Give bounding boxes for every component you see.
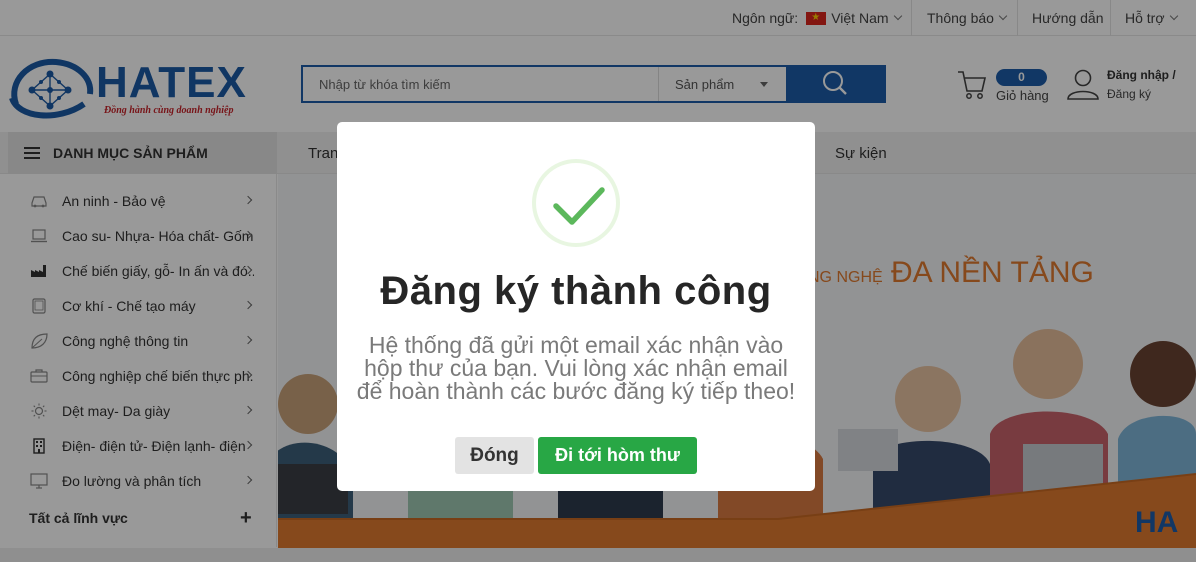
checkmark-icon xyxy=(553,187,605,225)
registration-success-modal: Đăng ký thành công Hệ thống đã gửi một e… xyxy=(337,122,815,491)
modal-message: Hệ thống đã gửi một email xác nhận vào h… xyxy=(356,332,796,404)
close-button[interactable]: Đóng xyxy=(455,437,534,474)
go-to-mailbox-button[interactable]: Đi tới hòm thư xyxy=(538,437,697,474)
modal-title: Đăng ký thành công xyxy=(380,269,772,313)
